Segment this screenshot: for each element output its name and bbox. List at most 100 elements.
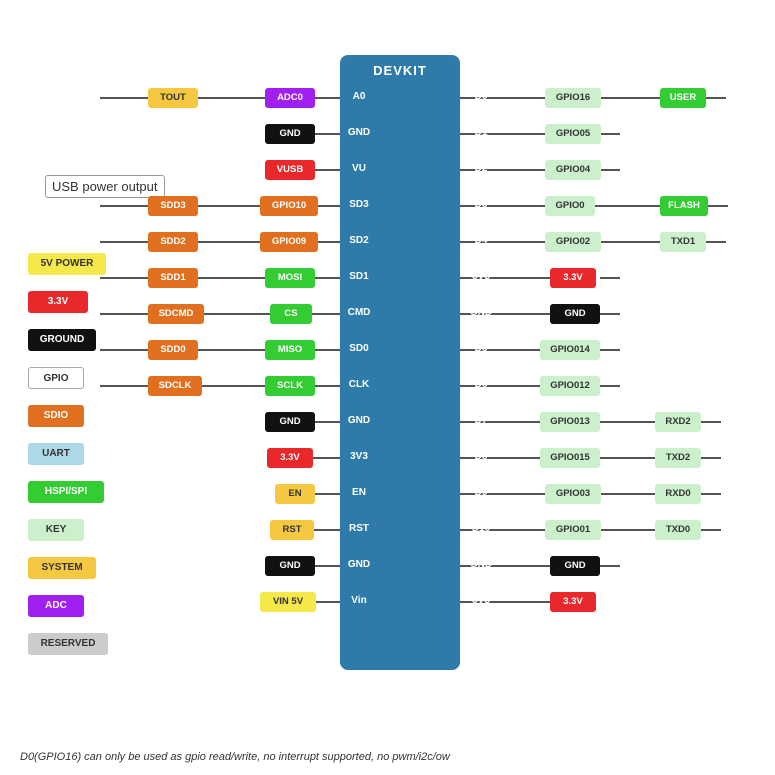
wire-ext [601, 493, 655, 495]
chip-left-pin: GND [340, 123, 378, 143]
wire-ext [600, 457, 655, 459]
right-badge: GPIO03 [545, 484, 601, 504]
chip-title: DEVKIT [373, 63, 427, 78]
right-badge: USER [660, 88, 706, 108]
chip-right-pin: 3V3 [462, 591, 500, 611]
wire-right-ext [600, 277, 620, 279]
wire [318, 241, 340, 243]
left-badge: MISO [265, 340, 315, 360]
left-badge: 3.3V [267, 448, 313, 468]
chip-right-pin: GND [462, 555, 500, 575]
chip-right-pin: D2 [462, 159, 500, 179]
wire-left-ext [100, 277, 148, 279]
wire-ext-right [701, 529, 721, 531]
wire-right-ext [600, 349, 620, 351]
left-badge: ADC0 [265, 88, 315, 108]
wire-left-ext [100, 385, 148, 387]
wire-ext [600, 421, 655, 423]
right-badge: GPIO04 [545, 160, 601, 180]
left-badge: SDD3 [148, 196, 198, 216]
left-badge: SDD2 [148, 232, 198, 252]
wire-ext [601, 241, 660, 243]
chip-left-pin: SD0 [340, 339, 378, 359]
left-badge: GND [265, 412, 315, 432]
wire-left-ext [100, 349, 148, 351]
chip-right-pin: D0 [462, 87, 500, 107]
legend-badge: GROUND [28, 329, 96, 351]
chip-right-pin: D3 [462, 195, 500, 215]
chip-left-pin: 3V3 [340, 447, 378, 467]
chip-right-pin: 3V3 [462, 267, 500, 287]
wire [315, 493, 340, 495]
left-badge: EN [275, 484, 315, 504]
wire-left-ext [100, 205, 148, 207]
wire-right-ext [600, 133, 620, 135]
left-badge: GPIO10 [260, 196, 318, 216]
wire [315, 133, 340, 135]
left-badge: GND [265, 124, 315, 144]
chip-left-pin: GND [340, 411, 378, 431]
right-badge: 3.3V [550, 268, 596, 288]
wire-ext-right [701, 493, 721, 495]
legend-badge: UART [28, 443, 84, 465]
right-badge: FLASH [660, 196, 708, 216]
right-badge: GPIO012 [540, 376, 600, 396]
wire [315, 277, 340, 279]
chip-left-pin: CLK [340, 375, 378, 395]
usb-power-label: USB power output [45, 175, 165, 198]
wire-right-ext [600, 313, 620, 315]
left-badge: SDD1 [148, 268, 198, 288]
wire [315, 169, 340, 171]
chip-left-pin: SD2 [340, 231, 378, 251]
wire [313, 457, 340, 459]
chip-right-pin: D8 [462, 447, 500, 467]
wire-tout [198, 97, 265, 99]
right-badge: GND [550, 556, 600, 576]
left-badge: GND [265, 556, 315, 576]
legend-badge: RESERVED [28, 633, 108, 655]
chip-right-pin: D4 [462, 231, 500, 251]
left-badge: VUSB [265, 160, 315, 180]
chip-left-pin: EN [340, 483, 378, 503]
chip-left-pin: A0 [340, 87, 378, 107]
right-badge: 3.3V [550, 592, 596, 612]
legend-badge: SYSTEM [28, 557, 96, 579]
left-badge: GPIO09 [260, 232, 318, 252]
left-badge: MOSI [265, 268, 315, 288]
wire-ext [595, 205, 660, 207]
wire [315, 565, 340, 567]
wire [312, 313, 340, 315]
chip-body: DEVKIT [340, 55, 460, 670]
wire [318, 205, 340, 207]
wire-right-ext [600, 385, 620, 387]
left-badge: SDD0 [148, 340, 198, 360]
legend-badge: SDIO [28, 405, 84, 427]
right-badge: RXD2 [655, 412, 701, 432]
wire-ext-right [708, 205, 728, 207]
right-badge: GPIO0 [545, 196, 595, 216]
chip-left-pin: VU [340, 159, 378, 179]
right-badge: GPIO015 [540, 448, 600, 468]
chip-right-pin: D1 [462, 123, 500, 143]
right-badge: TXD2 [655, 448, 701, 468]
right-badge: TXD0 [655, 520, 701, 540]
right-badge: RXD0 [655, 484, 701, 504]
chip-right-pin: D10 [462, 519, 500, 539]
right-badge: GPIO014 [540, 340, 600, 360]
left-badge: SDCLK [148, 376, 202, 396]
left-badge: SDCMD [148, 304, 204, 324]
wire [314, 529, 340, 531]
chip-left-pin: SD1 [340, 267, 378, 287]
legend-badge: KEY [28, 519, 84, 541]
left-badge: RST [270, 520, 314, 540]
right-badge: TXD1 [660, 232, 706, 252]
left-badge: TOUT [148, 88, 198, 108]
legend-badge: GPIO [28, 367, 84, 389]
wire-ext-right [701, 421, 721, 423]
wire-ext-right [701, 457, 721, 459]
right-badge: GPIO013 [540, 412, 600, 432]
chip-right-pin: D6 [462, 375, 500, 395]
chip-left-pin: CMD [340, 303, 378, 323]
chip-right-pin: GND [462, 303, 500, 323]
legend-badge: 5V POWER [28, 253, 106, 275]
